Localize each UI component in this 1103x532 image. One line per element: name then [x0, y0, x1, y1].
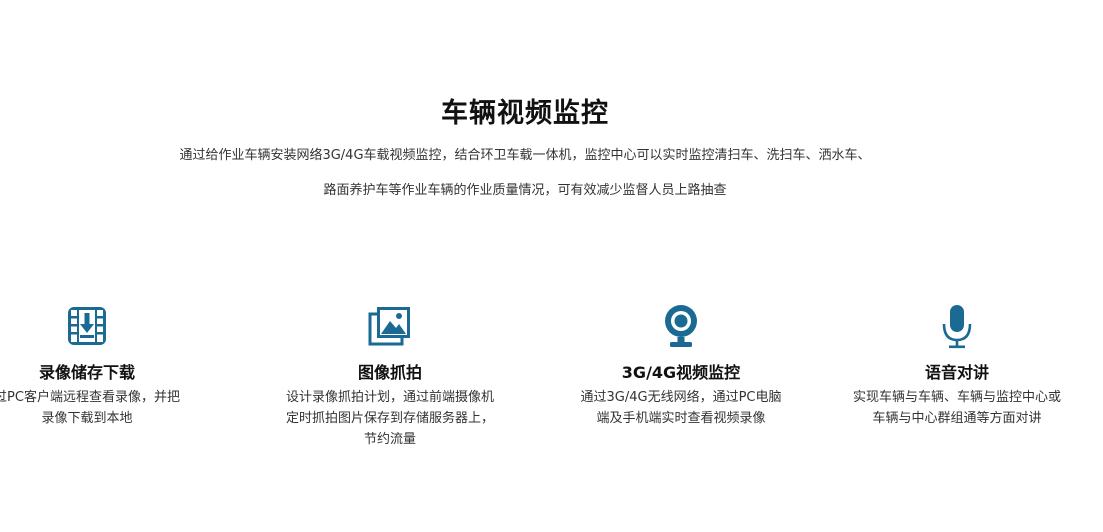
feature-description-line: 过PC客户端远程查看录像，并把: [0, 390, 180, 405]
feature-3g4g-video-monitoring: 3G/4G视频监控 通过3G/4G无线网络，通过PC电脑 端及手机端实时查看视频…: [551, 302, 811, 429]
feature-description: 设计录像抓拍计划，通过前端摄像机 定时抓拍图片保存到存储服务器上， 节约流量: [260, 387, 520, 450]
feature-description-line: 设计录像抓拍计划，通过前端摄像机: [285, 390, 494, 405]
feature-description-line: 实现车辆与车辆、车辆与监控中心或: [852, 390, 1061, 405]
feature-description: 过PC客户端远程查看录像，并把 录像下载到本地: [0, 387, 217, 429]
section-title: 车辆视频监控: [441, 98, 609, 129]
feature-title: 3G/4G视频监控: [621, 363, 741, 382]
feature-title: 图像抓拍: [357, 363, 422, 382]
feature-description-line: 定时抓拍图片保存到存储服务器上，: [285, 411, 494, 426]
video-download-icon: [68, 307, 106, 345]
image-capture-icon: [368, 307, 410, 346]
feature-description: 实现车辆与车辆、车辆与监控中心或 车辆与中心群组通等方面对讲: [827, 387, 1087, 429]
feature-image-capture: 图像抓拍 设计录像抓拍计划，通过前端摄像机 定时抓拍图片保存到存储服务器上， 节…: [260, 302, 520, 450]
video-monitoring-section: 车辆视频监控 通过给作业车辆安装网络3G/4G车载视频监控，结合环卫车载一体机，…: [0, 0, 1103, 532]
feature-description: 通过3G/4G无线网络，通过PC电脑 端及手机端实时查看视频录像: [551, 387, 811, 429]
feature-description-line: 节约流量: [363, 432, 416, 447]
webcam-icon: [665, 305, 697, 347]
feature-title: 语音对讲: [924, 363, 989, 382]
section-description-line2: 路面养护车等作业车辆的作业质量情况，可有效减少监督人员上路抽查: [323, 183, 727, 198]
feature-description-line: 车辆与中心群组通等方面对讲: [872, 411, 1042, 426]
feature-description-line: 端及手机端实时查看视频录像: [596, 411, 766, 426]
feature-description-line: 通过3G/4G无线网络，通过PC电脑: [580, 390, 782, 405]
microphone-icon: [942, 305, 972, 349]
feature-title: 录像储存下载: [38, 363, 135, 382]
feature-description-line: 录像下载到本地: [41, 411, 133, 426]
section-description-line1: 通过给作业车辆安装网络3G/4G车载视频监控，结合环卫车载一体机，监控中心可以实…: [179, 148, 871, 163]
feature-voice-intercom: 语音对讲 实现车辆与车辆、车辆与监控中心或 车辆与中心群组通等方面对讲: [827, 302, 1087, 429]
feature-video-storage-download: 录像储存下载 过PC客户端远程查看录像，并把 录像下载到本地: [0, 302, 217, 429]
